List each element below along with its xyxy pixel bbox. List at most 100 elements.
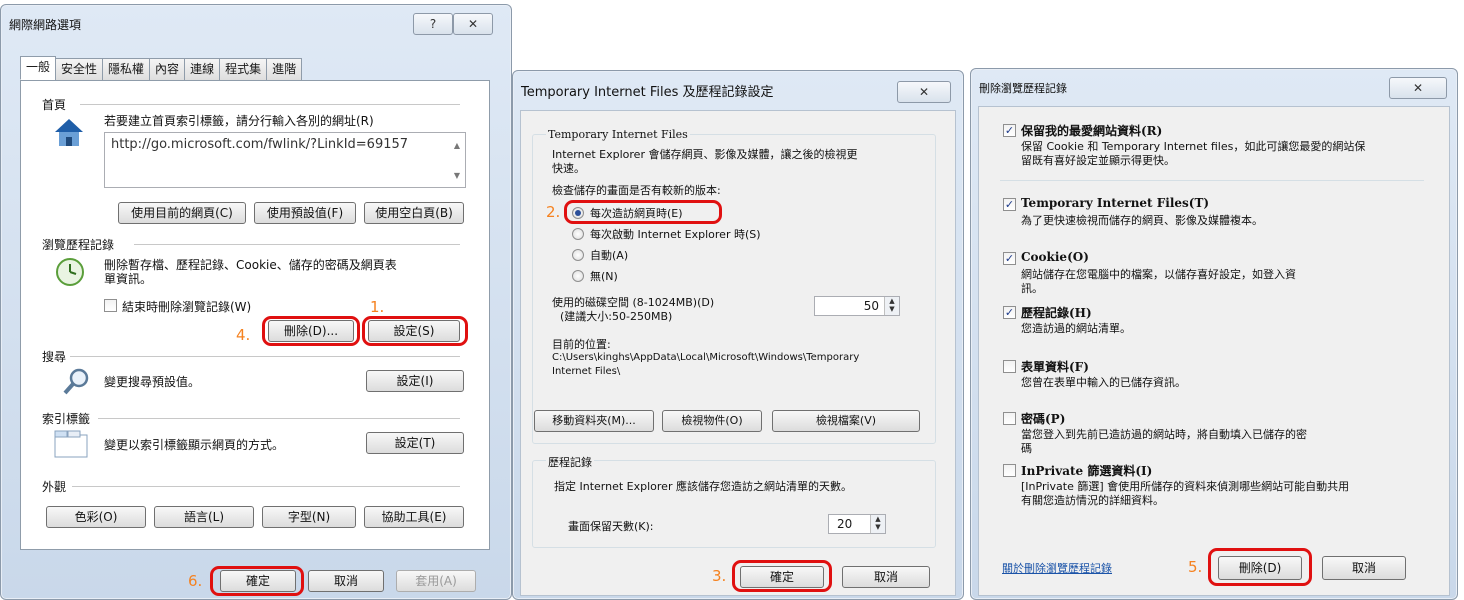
close-button[interactable]: ✕	[897, 81, 951, 103]
days-stepper[interactable]: 20 ▲ ▼	[828, 514, 886, 534]
history-group-title: 歷程記錄	[546, 454, 594, 470]
inprivate-filtering-desc-line2: 有關您造訪情況的詳細資料。	[1021, 494, 1164, 507]
home-page-heading: 首頁	[42, 98, 67, 112]
tab-advanced[interactable]: 進階	[266, 58, 303, 80]
inprivate-filtering-checkbox[interactable]	[1003, 464, 1016, 477]
scroll-down-icon[interactable]: ▼	[451, 171, 463, 180]
option-every-start-label: 每次啟動 Internet Explorer 時(S)	[590, 228, 761, 241]
form-data-checkbox[interactable]	[1003, 360, 1016, 373]
appearance-heading: 外觀	[42, 480, 67, 494]
cookies-checkbox[interactable]: ✓	[1003, 252, 1016, 265]
tif-desc-line2: 快速。	[552, 162, 585, 175]
home-icon	[52, 116, 86, 150]
spin-arrows-icon[interactable]: ▲ ▼	[870, 515, 885, 533]
tif-group-title: Temporary Internet Files	[546, 128, 690, 141]
option-automatic-radio[interactable]	[572, 249, 584, 261]
disk-space-stepper[interactable]: 50 ▲ ▼	[814, 296, 900, 316]
tab-programs[interactable]: 程式集	[219, 58, 268, 80]
passwords-checkbox[interactable]	[1003, 412, 1016, 425]
highlight-ok-button	[210, 566, 304, 596]
tabs-settings-button[interactable]: 設定(T)	[366, 432, 464, 454]
tabs-window-icon	[54, 430, 88, 458]
home-page-instruction: 若要建立首頁索引標籤，請分行輸入各別的網址(R)	[104, 114, 374, 128]
delete-on-exit-label: 結束時刪除瀏覽記錄(W)	[122, 300, 252, 314]
temp-files-label: Temporary Internet Files(T)	[1021, 196, 1210, 210]
divider	[70, 356, 460, 357]
home-page-url-field[interactable]: http://go.microsoft.com/fwlink/?LinkId=6…	[104, 132, 466, 188]
option-every-start-radio[interactable]	[572, 228, 584, 240]
highlight-every-visit-option	[564, 200, 722, 224]
step-6-marker: 6.	[188, 572, 203, 590]
option-never-label: 無(N)	[590, 270, 618, 283]
step-2-marker: 2.	[546, 203, 561, 221]
use-blank-button[interactable]: 使用空白頁(B)	[364, 202, 464, 224]
tab-bar: 一般 安全性 隱私權 內容 連線 程式集 進階	[20, 56, 303, 80]
scroll-up-icon[interactable]: ▲	[451, 141, 463, 150]
step-3-marker: 3.	[712, 567, 727, 585]
preserve-favorites-checkbox[interactable]: ✓	[1003, 124, 1016, 137]
divider	[1000, 180, 1424, 181]
view-objects-button[interactable]: 檢視物件(O)	[662, 410, 762, 432]
preserve-favorites-label: 保留我的最愛網站資料(R)	[1021, 124, 1163, 138]
dialog-title: Temporary Internet Files 及歷程記錄設定	[521, 85, 774, 100]
search-heading: 搜尋	[42, 350, 67, 364]
tab-security[interactable]: 安全性	[55, 58, 104, 80]
tif-group	[532, 134, 936, 444]
use-default-button[interactable]: 使用預設值(F)	[254, 202, 356, 224]
dialog-title: 網際網路選項	[9, 18, 82, 32]
browsing-history-heading: 瀏覽歷程記錄	[42, 238, 115, 252]
apply-button[interactable]: 套用(A)	[396, 570, 476, 592]
highlight-settings-button	[362, 316, 468, 346]
step-5-marker: 5.	[1188, 558, 1203, 576]
spin-arrows-icon[interactable]: ▲ ▼	[884, 297, 899, 315]
tab-privacy[interactable]: 隱私權	[102, 58, 151, 80]
option-never-radio[interactable]	[572, 270, 584, 282]
divider	[134, 244, 460, 245]
close-button[interactable]: ✕	[1389, 77, 1447, 99]
step-4-marker: 4.	[236, 326, 251, 344]
cancel-button[interactable]: 取消	[1322, 556, 1406, 580]
cancel-button[interactable]: 取消	[308, 570, 384, 592]
move-folder-button[interactable]: 移動資料夾(M)...	[534, 410, 654, 432]
cookies-desc-line2: 訊。	[1021, 282, 1043, 295]
tabs-desc: 變更以索引標籤顯示網頁的方式。	[104, 438, 285, 452]
use-current-button[interactable]: 使用目前的網頁(C)	[118, 202, 246, 224]
home-page-url: http://go.microsoft.com/fwlink/?LinkId=6…	[111, 137, 409, 152]
temp-files-checkbox[interactable]: ✓	[1003, 198, 1016, 211]
highlight-ok-button	[732, 560, 832, 592]
search-magnifier-icon	[60, 366, 92, 398]
preserve-favorites-desc-line2: 留既有喜好設定並顯示得更快。	[1021, 154, 1175, 167]
highlight-delete-button	[1208, 548, 1312, 586]
tab-content[interactable]: 內容	[149, 58, 186, 80]
history-clock-icon	[54, 256, 86, 288]
history-group	[532, 460, 936, 548]
step-1-marker: 1.	[370, 298, 385, 316]
history-label: 歷程記錄(H)	[1021, 306, 1092, 320]
divider	[80, 104, 460, 105]
cancel-button[interactable]: 取消	[842, 566, 930, 588]
close-button[interactable]: ✕	[453, 13, 493, 35]
history-desc-line2: 單資訊。	[104, 272, 153, 286]
location-path-line1: C:\Users\kinghs\AppData\Local\Microsoft\…	[552, 352, 860, 363]
accessibility-button[interactable]: 協助工具(E)	[364, 506, 464, 528]
disk-space-value: 50	[863, 299, 879, 313]
view-files-button[interactable]: 檢視檔案(V)	[772, 410, 920, 432]
tab-connections[interactable]: 連線	[184, 58, 221, 80]
colors-button[interactable]: 色彩(O)	[46, 506, 146, 528]
passwords-desc-line2: 碼	[1021, 442, 1032, 455]
form-data-label: 表單資料(F)	[1021, 360, 1089, 374]
tab-general[interactable]: 一般	[20, 56, 57, 80]
cookies-desc-line1: 網站儲存在您電腦中的檔案，以儲存喜好設定，如登入資	[1021, 268, 1296, 281]
delete-on-exit-checkbox[interactable]	[104, 299, 117, 312]
about-delete-history-link[interactable]: 關於刪除瀏覽歷程記錄	[1002, 560, 1112, 576]
help-button[interactable]: ?	[413, 13, 453, 35]
passwords-label: 密碼(P)	[1021, 412, 1066, 426]
search-desc: 變更搜尋預設值。	[104, 375, 201, 389]
languages-button[interactable]: 語言(L)	[154, 506, 254, 528]
tif-desc-line1: Internet Explorer 會儲存網頁、影像及媒體，讓之後的檢視更	[552, 148, 858, 161]
fonts-button[interactable]: 字型(N)	[262, 506, 356, 528]
location-path-line2: Internet Files\	[552, 366, 621, 377]
passwords-desc-line1: 當您登入到先前已造訪過的網站時，將自動填入已儲存的密	[1021, 428, 1307, 441]
search-settings-button[interactable]: 設定(I)	[366, 370, 464, 392]
history-checkbox[interactable]: ✓	[1003, 306, 1016, 319]
